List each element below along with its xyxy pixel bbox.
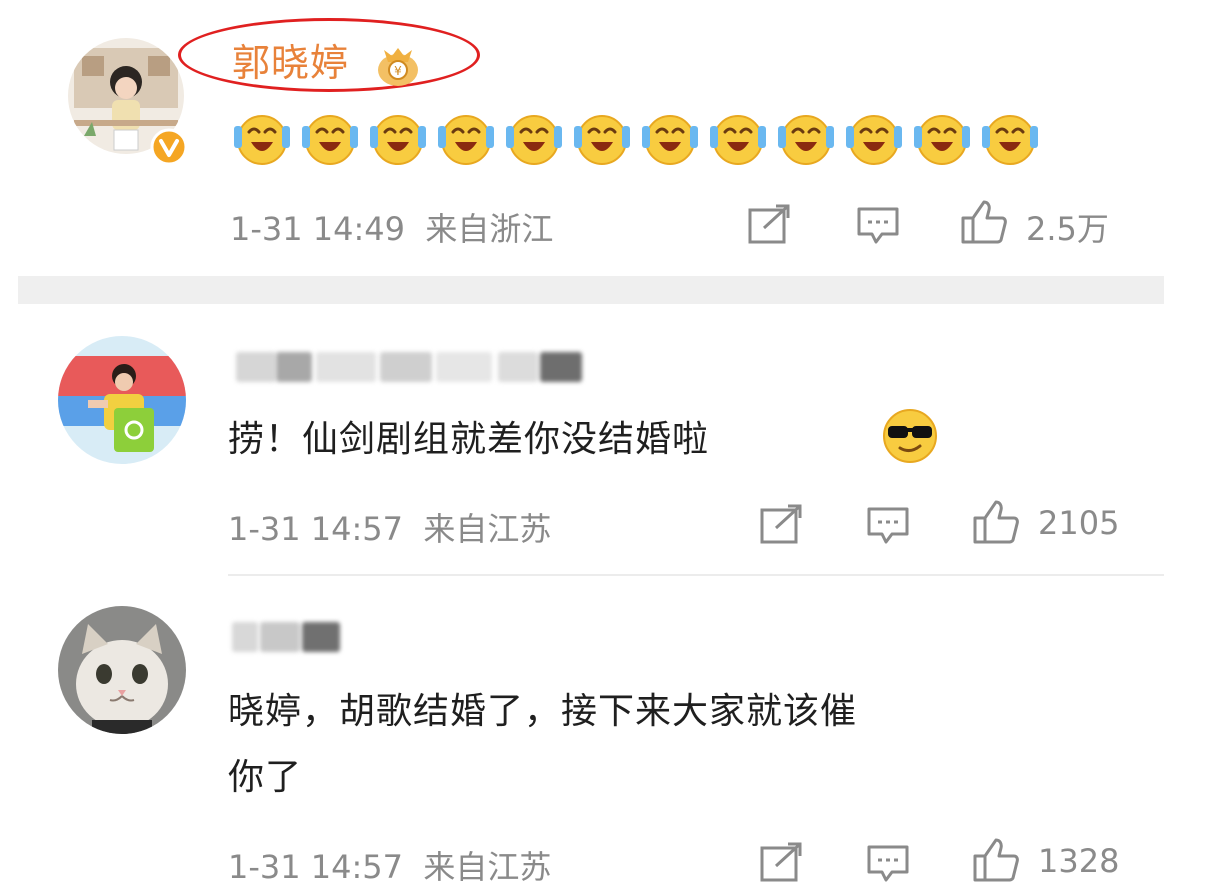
avatar[interactable] (58, 606, 186, 734)
post-time: 1-31 14:57 来自江苏 (228, 510, 552, 548)
laughing-crying-emoji-icon (368, 108, 428, 168)
verified-v-icon (150, 128, 188, 166)
like-count: 1328 (1038, 842, 1120, 880)
laughing-crying-emoji-icon (232, 108, 292, 168)
laughing-crying-emoji-icon (776, 108, 836, 168)
money-bag-icon: ¥ (370, 40, 426, 88)
post-location: 来自江苏 (423, 510, 552, 548)
like-count: 2105 (1038, 504, 1120, 542)
laughing-crying-emoji-icon (504, 108, 564, 168)
post-time: 1-31 14:49 来自浙江 (230, 210, 554, 248)
thumbs-up-icon[interactable] (960, 198, 1008, 246)
comment-text-line-2: 你了 (228, 757, 303, 798)
share-icon[interactable] (760, 504, 804, 544)
comment-icon[interactable] (866, 844, 910, 884)
post-location: 来自江苏 (423, 848, 552, 886)
laughing-crying-emoji-icon (300, 108, 360, 168)
laughing-crying-emoji-icon (980, 108, 1040, 168)
laughing-crying-emoji-icon (708, 108, 768, 168)
share-icon[interactable] (760, 842, 804, 882)
author-name-blurred (236, 352, 582, 382)
laughing-crying-emoji-icon (640, 108, 700, 168)
svg-text:¥: ¥ (394, 64, 402, 78)
sunglasses-emoji-icon (880, 406, 940, 466)
like-count: 2.5万 (1026, 210, 1109, 248)
avatar[interactable] (58, 336, 186, 464)
comment-text: 捞！仙剑剧组就差你没结婚啦 (228, 419, 710, 460)
comment-text: 晓婷，胡歌结婚了，接下来大家就该催 你了 (228, 682, 857, 808)
post-time: 1-31 14:57 来自江苏 (228, 848, 552, 886)
laughing-crying-emoji-icon (572, 108, 632, 168)
laughing-crying-emoji-icon (436, 108, 496, 168)
thumbs-up-icon[interactable] (972, 836, 1020, 884)
thumbs-up-icon[interactable] (972, 498, 1020, 546)
comment-text-line-1: 晓婷，胡歌结婚了，接下来大家就该催 (228, 691, 858, 732)
laughing-crying-emoji-icon (912, 108, 972, 168)
author-name[interactable]: 郭晓婷 (232, 32, 349, 87)
comment-icon[interactable] (866, 506, 910, 546)
share-icon[interactable] (748, 204, 792, 244)
comment-divider (228, 574, 1164, 576)
author-name-blurred (232, 622, 342, 652)
comment-icon[interactable] (856, 206, 900, 246)
emoji-row (232, 108, 1040, 172)
laughing-crying-emoji-icon (844, 108, 904, 168)
section-divider (18, 276, 1164, 304)
post-location: 来自浙江 (425, 210, 554, 248)
